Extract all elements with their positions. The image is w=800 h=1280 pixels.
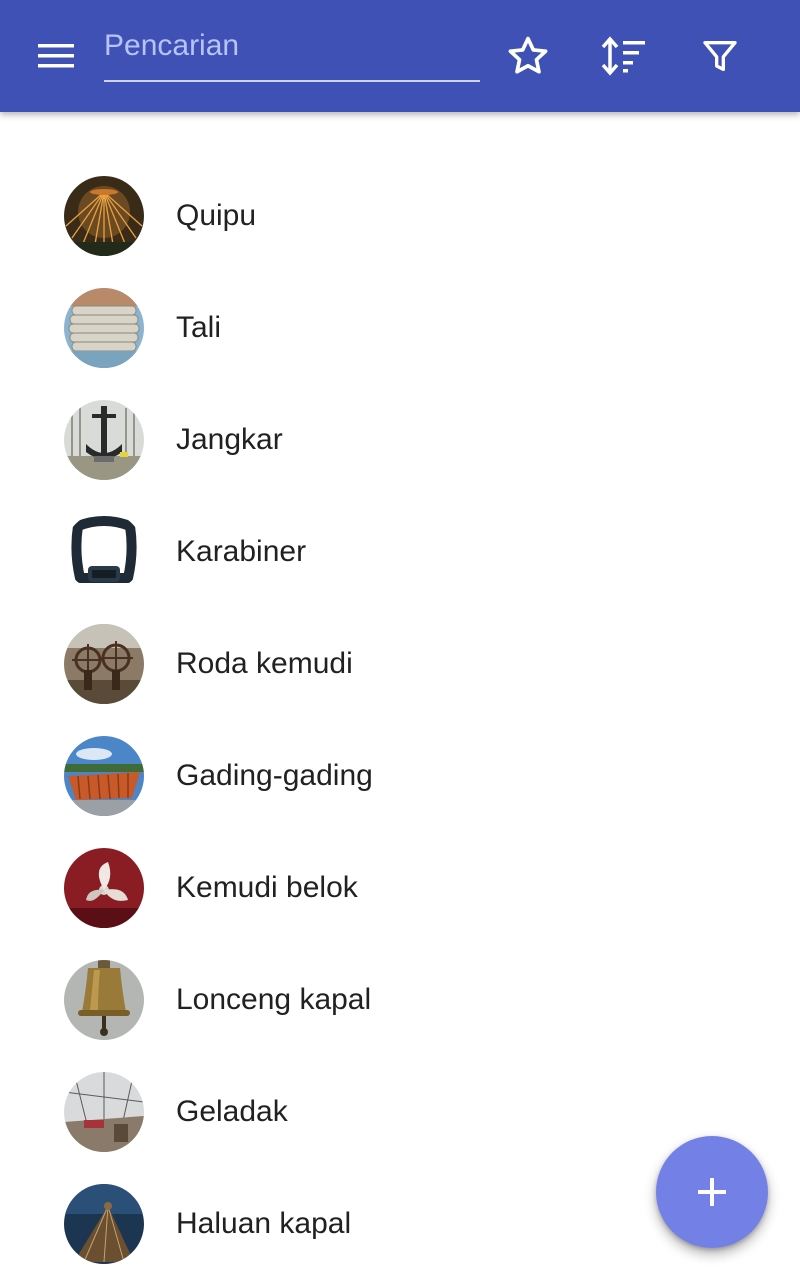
item-label: Kemudi belok [176, 871, 358, 904]
item-label: Lonceng kapal [176, 983, 372, 1016]
anchor-thumbnail [64, 400, 144, 480]
filter-button[interactable] [684, 20, 756, 92]
menu-icon [38, 44, 74, 68]
ship-wheel-thumbnail [64, 624, 144, 704]
item-label: Karabiner [176, 535, 307, 568]
ship-frame-thumbnail [64, 736, 144, 816]
list-item[interactable]: Gading-gading [0, 720, 800, 832]
sort-icon [601, 36, 645, 76]
ship-bell-thumbnail [64, 960, 144, 1040]
sort-button[interactable] [588, 20, 660, 92]
list-item[interactable]: Jangkar [0, 384, 800, 496]
quipu-thumbnail [64, 176, 144, 256]
search-field [104, 18, 480, 82]
item-label: Tali [176, 311, 222, 344]
item-label: Geladak [176, 1095, 288, 1128]
search-input[interactable] [104, 18, 480, 74]
item-label: Haluan kapal [176, 1207, 352, 1240]
item-label: Roda kemudi [176, 647, 353, 680]
rudder-thumbnail [64, 848, 144, 928]
add-button[interactable] [656, 1136, 768, 1248]
list-item[interactable]: Roda kemudi [0, 608, 800, 720]
rope-thumbnail [64, 288, 144, 368]
menu-button[interactable] [20, 20, 92, 92]
item-label: Gading-gading [176, 759, 373, 792]
list-item[interactable]: Lonceng kapal [0, 944, 800, 1056]
deck-thumbnail [64, 1072, 144, 1152]
carabiner-thumbnail [64, 512, 144, 592]
favorites-button[interactable] [492, 20, 564, 92]
item-label: Jangkar [176, 423, 283, 456]
bow-thumbnail [64, 1184, 144, 1264]
list-item[interactable]: Quipu [0, 160, 800, 272]
app-bar [0, 0, 800, 112]
item-list: Quipu Tali Jangkar Karabiner Roda kemudi… [0, 160, 800, 1280]
list-item[interactable]: Kemudi belok [0, 832, 800, 944]
filter-icon [703, 41, 737, 72]
item-label: Quipu [176, 199, 257, 232]
list-item[interactable]: Tali [0, 272, 800, 384]
list-item[interactable]: Karabiner [0, 496, 800, 608]
star-outline-icon [508, 36, 548, 74]
plus-icon [698, 1178, 726, 1206]
